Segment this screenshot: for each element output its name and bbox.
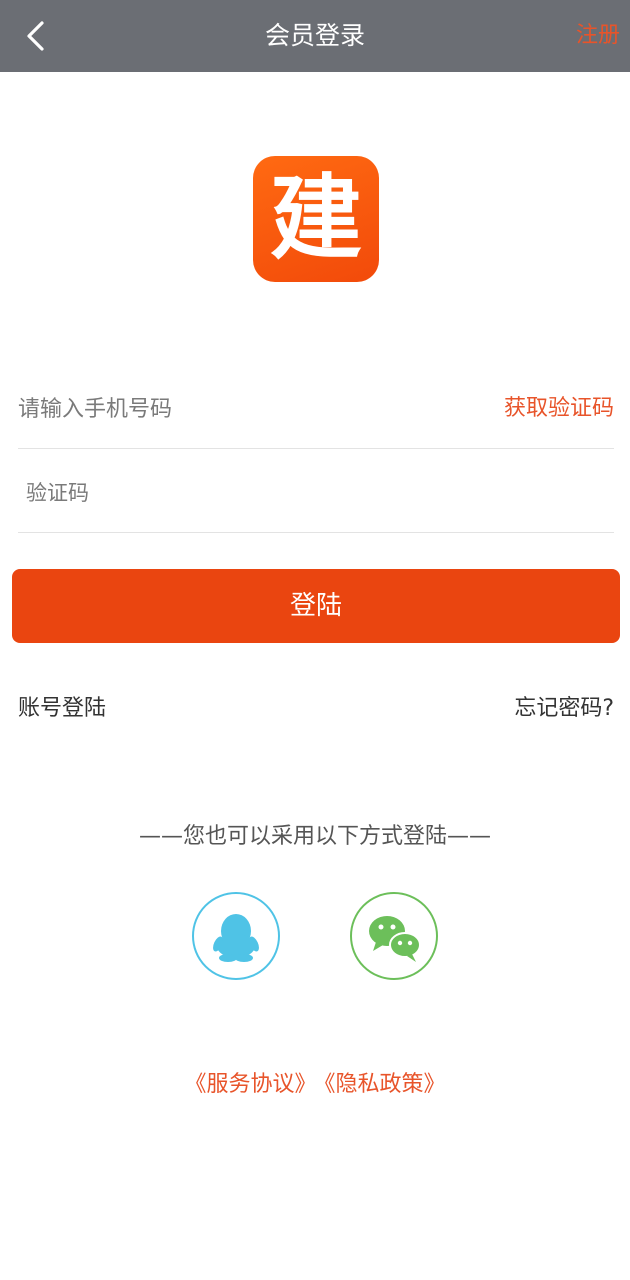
qq-icon — [213, 914, 259, 962]
forgot-password-link[interactable]: 忘记密码? — [514, 690, 614, 722]
wechat-icon — [369, 916, 421, 962]
code-row — [18, 454, 614, 533]
register-link[interactable]: 注册 — [576, 0, 620, 72]
agreement-links: 《服务协议》 《隐私政策》 — [0, 1066, 630, 1098]
page-title: 会员登录 — [264, 21, 365, 50]
phone-row: 获取验证码 — [18, 370, 614, 449]
login-button[interactable]: 登陆 — [12, 569, 620, 643]
qq-login-button[interactable] — [192, 892, 280, 980]
phone-input[interactable] — [18, 370, 438, 448]
service-agreement-link[interactable]: 《服务协议》 — [184, 1072, 316, 1097]
alt-login-text: ——您也可以采用以下方式登陆—— — [138, 824, 491, 849]
top-bar: 会员登录 注册 — [0, 0, 630, 72]
code-input[interactable] — [26, 454, 446, 532]
account-login-link[interactable]: 账号登陆 — [18, 690, 106, 722]
wechat-login-button[interactable] — [350, 892, 438, 980]
app-logo: 建 — [253, 156, 379, 282]
privacy-policy-link[interactable]: 《隐私政策》 — [325, 1072, 446, 1097]
get-code-button[interactable]: 获取验证码 — [504, 370, 614, 448]
